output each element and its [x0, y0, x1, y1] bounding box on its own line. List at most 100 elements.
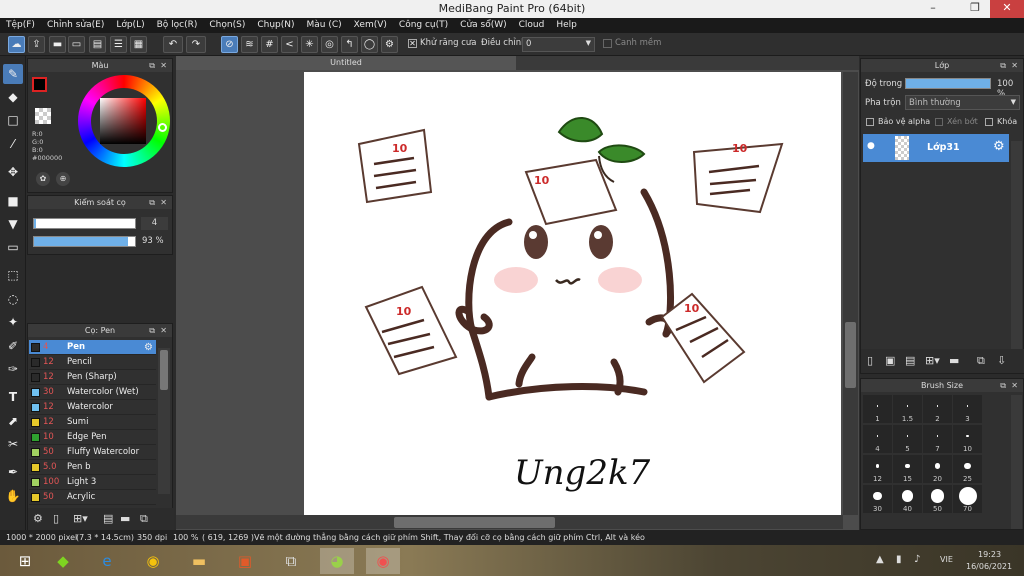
brush-size-cell[interactable]: 20 — [923, 455, 952, 483]
brush-settings-icon[interactable]: ⚙ — [33, 512, 43, 525]
merge-down-icon[interactable]: ⇩ — [997, 354, 1006, 367]
duplicate-icon[interactable]: ⧉ — [977, 354, 985, 368]
drawing-canvas[interactable]: 10 10 10 10 10 Ung2k7 — [304, 72, 841, 515]
close-icon[interactable]: ✕ — [1011, 59, 1018, 72]
radial-snap-icon[interactable]: ✳ — [301, 36, 318, 53]
export-icon[interactable]: ⇪ — [28, 36, 45, 53]
brush-size-cell[interactable]: 50 — [923, 485, 952, 513]
brush-size-value[interactable]: 4 — [141, 217, 168, 230]
grid-icon[interactable]: ▦ — [130, 36, 147, 53]
parallel-snap-icon[interactable]: ≋ — [241, 36, 258, 53]
menu-window[interactable]: Cửa sổ(W) — [454, 18, 512, 33]
eyedropper-tool-icon[interactable]: ✒ — [3, 462, 23, 482]
brush-size-cell[interactable]: 1.5 — [893, 395, 922, 423]
medibang-app-icon[interactable]: ◕ — [320, 548, 354, 574]
folder-icon[interactable]: ▬ — [949, 354, 959, 367]
brush-copy-icon[interactable]: ▤ — [103, 512, 113, 525]
new-8bit-layer-icon[interactable]: ▤ — [905, 354, 915, 367]
foreground-color-swatch[interactable] — [32, 77, 47, 92]
select-pen-tool-icon[interactable]: ✐ — [3, 336, 23, 356]
brush-size-cell[interactable]: 2 — [923, 395, 952, 423]
brush-item[interactable]: 12 Pencil — [29, 355, 156, 370]
text-tool-icon[interactable]: T — [3, 387, 23, 407]
brush-item[interactable]: 10 Edge Pen — [29, 430, 156, 445]
brush-item[interactable]: 12 Pen (Sharp) — [29, 370, 156, 385]
duplicate-icon[interactable]: ⧉ — [140, 512, 148, 526]
chrome-icon[interactable]: ◉ — [136, 548, 170, 574]
saturation-square[interactable] — [100, 98, 146, 144]
menu-view[interactable]: Xem(V) — [348, 18, 393, 33]
brush-size-cell[interactable]: 10 — [953, 425, 982, 453]
move-tool-icon[interactable]: ✥ — [3, 162, 23, 182]
bucket-tool-icon[interactable]: ▼ — [3, 214, 23, 234]
brush-item[interactable]: 50 Fluffy Watercolor — [29, 445, 156, 460]
brush-item[interactable]: 100 Light 3 — [29, 475, 156, 490]
brush-item[interactable]: 50 Acrylic — [29, 490, 156, 505]
layer-scrollbar[interactable] — [1011, 141, 1022, 351]
comment-icon[interactable]: ▬ — [49, 36, 66, 53]
fill-rect-tool-icon[interactable]: ■ — [3, 191, 23, 211]
network-icon[interactable]: ▮ — [896, 554, 902, 565]
menu-file[interactable]: Tệp(F) — [0, 18, 41, 33]
protect-alpha-checkbox[interactable] — [866, 118, 874, 126]
transparent-swatch[interactable] — [35, 108, 51, 124]
network-app-icon[interactable]: ⧉ — [274, 548, 308, 574]
medibang-paint-icon[interactable]: ◉ — [366, 548, 400, 574]
close-icon[interactable]: ✕ — [1011, 379, 1018, 392]
close-button[interactable]: ✕ — [990, 0, 1024, 18]
snap-off-icon[interactable]: ⊘ — [221, 36, 238, 53]
brush-size-cell[interactable]: 7 — [923, 425, 952, 453]
gear-icon[interactable]: ⚙ — [993, 139, 1005, 154]
soft-edge-checkbox[interactable] — [603, 39, 612, 48]
brush-size-cell[interactable]: 70 — [953, 485, 982, 513]
brush-size-cell[interactable]: 3 — [953, 395, 982, 423]
layer-opacity-slider[interactable] — [905, 78, 991, 89]
brush-size-cell[interactable]: 5 — [893, 425, 922, 453]
brush-list-scrollbar[interactable] — [158, 348, 170, 494]
visibility-icon[interactable]: ● — [867, 141, 875, 151]
curve-snap-icon[interactable]: ↰ — [341, 36, 358, 53]
dot-tool-icon[interactable]: ⁄ — [3, 134, 23, 154]
detach-icon[interactable]: ⧉ — [149, 59, 155, 72]
new-layer-icon[interactable]: ▯ — [867, 354, 873, 367]
select-eraser-tool-icon[interactable]: ✑ — [3, 359, 23, 379]
minimize-button[interactable]: – — [918, 0, 948, 18]
blend-select[interactable]: Bình thường ▼ — [905, 95, 1020, 110]
undo-icon[interactable]: ↶ — [163, 36, 183, 53]
brush-size-cell[interactable]: 4 — [863, 425, 892, 453]
brush-size-cell[interactable]: 1 — [863, 395, 892, 423]
detach-icon[interactable]: ⧉ — [149, 196, 155, 209]
menu-snap[interactable]: Chụp(N) — [251, 18, 300, 33]
vertical-scroll-thumb[interactable] — [845, 322, 856, 388]
brush-size-slider[interactable] — [33, 218, 136, 229]
file-explorer-icon[interactable]: ▬ — [182, 548, 216, 574]
new-halftone-layer-icon[interactable]: ▣ — [885, 354, 895, 367]
brush-item[interactable]: 5.0 Pen b — [29, 460, 156, 475]
restore-button[interactable]: ❐ — [960, 0, 990, 18]
menu-help[interactable]: Help — [550, 18, 583, 33]
menu-layer[interactable]: Lớp(L) — [110, 18, 150, 33]
close-icon[interactable]: ✕ — [160, 196, 167, 209]
brush-size-cell[interactable]: 25 — [953, 455, 982, 483]
hand-tool-icon[interactable]: ✋ — [3, 486, 23, 506]
antialias-checkbox[interactable]: ✕ — [408, 39, 417, 48]
magic-wand-tool-icon[interactable]: ✦ — [3, 312, 23, 332]
lasso-tool-icon[interactable]: ◌ — [3, 289, 23, 309]
vanishing-point-icon[interactable]: < — [281, 36, 298, 53]
crisscross-snap-icon[interactable]: # — [261, 36, 278, 53]
store-icon[interactable]: ▣ — [228, 548, 262, 574]
add-brush-icon[interactable]: ⊞▾ — [73, 512, 88, 525]
menu-cloud[interactable]: Cloud — [513, 18, 551, 33]
divide-tool-icon[interactable]: ✂ — [3, 434, 23, 454]
circle-snap-icon[interactable]: ◎ — [321, 36, 338, 53]
menu-tools[interactable]: Công cụ(T) — [393, 18, 454, 33]
brush-size-cell[interactable]: 40 — [893, 485, 922, 513]
lock-checkbox[interactable] — [985, 118, 993, 126]
detach-icon[interactable]: ⧉ — [149, 324, 155, 337]
brush-item[interactable]: 30 Watercolor (Wet) — [29, 385, 156, 400]
folder-icon[interactable]: ▬ — [120, 512, 130, 525]
add-layer-icon[interactable]: ⊞▾ — [925, 354, 940, 367]
close-icon[interactable]: ✕ — [160, 324, 167, 337]
brush-size-cell[interactable]: 15 — [893, 455, 922, 483]
layer-row[interactable]: ● Lớp31 ⚙ — [863, 134, 1009, 162]
